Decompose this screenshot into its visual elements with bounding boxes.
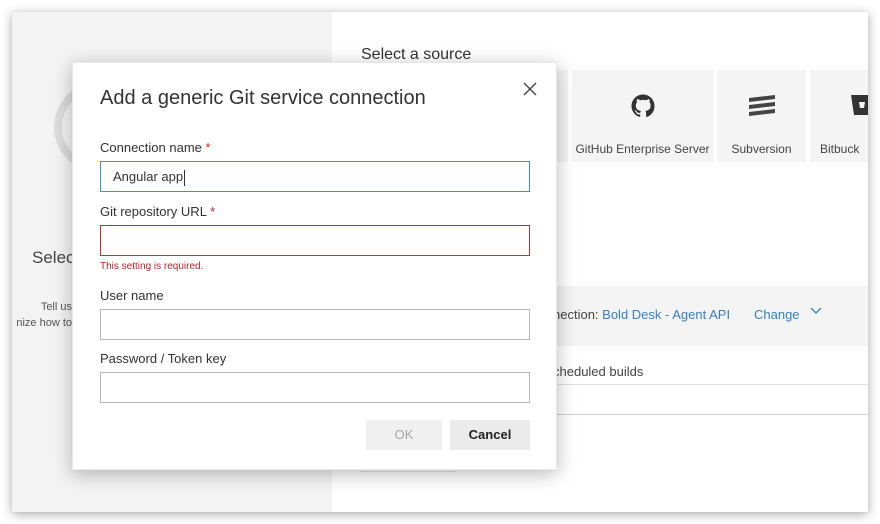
required-marker: * <box>205 140 211 155</box>
source-tile-github-enterprise[interactable]: GitHub Enterprise Server <box>572 70 713 162</box>
git-url-label: Git repository URL * <box>100 204 216 219</box>
bitbucket-icon <box>850 94 868 116</box>
user-name-input[interactable] <box>100 309 530 340</box>
password-label: Password / Token key <box>100 351 227 366</box>
subversion-icon <box>747 94 777 116</box>
change-connection-link[interactable]: Change <box>754 307 800 322</box>
required-marker: * <box>210 204 216 219</box>
password-input[interactable] <box>100 372 530 403</box>
source-tile-label: Subversion <box>731 142 792 156</box>
git-url-error: This setting is required. <box>100 261 204 272</box>
git-url-input[interactable] <box>100 225 530 256</box>
source-tile-subversion[interactable]: Subversion <box>717 70 806 162</box>
text-caret <box>184 169 186 186</box>
ok-button[interactable]: OK <box>366 420 442 450</box>
left-pane-description-2: nize how to <box>16 317 72 329</box>
scheduled-builds-label: cheduled builds <box>553 364 644 379</box>
user-name-label: User name <box>100 288 164 303</box>
connection-info: nection: Bold Desk - Agent API <box>553 307 731 322</box>
left-pane-title: Selec <box>32 248 75 267</box>
add-git-connection-dialog: Add a generic Git service connection Con… <box>72 62 557 470</box>
dialog-title: Add a generic Git service connection <box>100 87 426 109</box>
source-tile-label: Bitbuck <box>820 142 860 156</box>
source-tile-bitbucket[interactable]: Bitbuck <box>810 70 868 162</box>
connection-name-label: Connection name * <box>100 140 211 155</box>
divider <box>552 384 868 385</box>
divider <box>552 414 868 415</box>
close-icon[interactable] <box>519 79 541 101</box>
connection-name-input[interactable]: Angular app <box>100 161 530 192</box>
left-pane-description: Tell us <box>40 301 72 313</box>
source-tile-label: GitHub Enterprise Server <box>575 142 710 156</box>
github-icon <box>631 94 655 118</box>
app-window: Selec Tell us nize how to Select a sourc… <box>12 12 868 512</box>
chevron-down-icon[interactable] <box>810 304 822 319</box>
connection-link[interactable]: Bold Desk - Agent API <box>602 307 730 322</box>
cancel-button[interactable]: Cancel <box>450 420 530 450</box>
